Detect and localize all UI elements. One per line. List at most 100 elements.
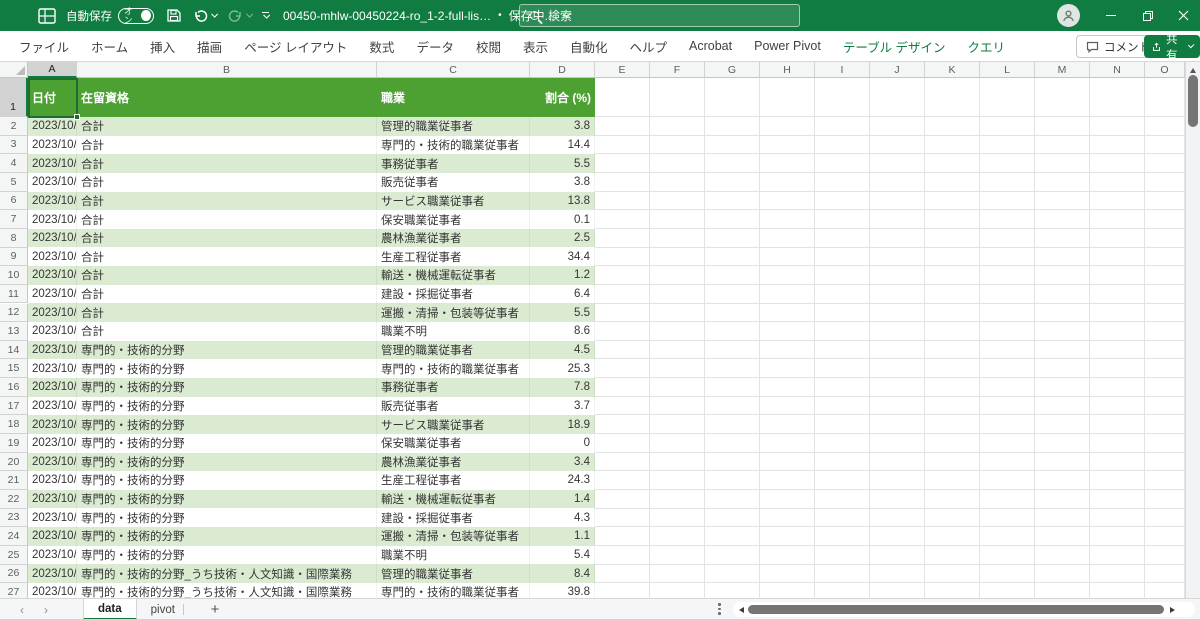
table-cell[interactable]: 専門的・技術的職業従事者 bbox=[377, 136, 530, 155]
table-cell[interactable]: 合計 bbox=[77, 229, 377, 248]
select-all-corner[interactable] bbox=[0, 62, 28, 78]
table-cell[interactable]: 合計 bbox=[77, 266, 377, 285]
table-cell[interactable]: 職業不明 bbox=[377, 322, 530, 341]
table-cell[interactable]: 2023/10/1 bbox=[28, 434, 77, 453]
table-cell[interactable]: 2023/10/1 bbox=[28, 564, 77, 583]
table-cell[interactable]: 0.1 bbox=[530, 210, 595, 229]
table-cell[interactable]: サービス職業従事者 bbox=[377, 415, 530, 434]
table-cell[interactable]: 24.3 bbox=[530, 471, 595, 490]
table-cell[interactable]: 34.4 bbox=[530, 247, 595, 266]
fill-handle[interactable] bbox=[74, 114, 80, 120]
table-row[interactable]: 2023/10/1合計保安職業従事者0.1 bbox=[28, 210, 595, 229]
table-cell[interactable]: 18.9 bbox=[530, 415, 595, 434]
row-header-1[interactable]: 1 bbox=[0, 78, 28, 117]
table-cell[interactable]: 生産工程従事者 bbox=[377, 471, 530, 490]
sheet-tab-pivot[interactable]: pivot bbox=[137, 599, 189, 619]
table-cell[interactable]: 専門的・技術的分野_うち技術・人文知識・国際業務 bbox=[77, 564, 377, 583]
table-cell[interactable]: 合計 bbox=[77, 303, 377, 322]
column-header-A[interactable]: A bbox=[28, 62, 77, 78]
table-cell[interactable]: 専門的・技術的職業従事者 bbox=[377, 583, 530, 598]
row-header-8[interactable]: 8 bbox=[0, 229, 28, 248]
table-cell[interactable]: 2023/10/1 bbox=[28, 378, 77, 397]
ribbon-tab-クエリ[interactable]: クエリ bbox=[957, 31, 1017, 62]
table-cell[interactable]: 25.3 bbox=[530, 359, 595, 378]
table-cell[interactable]: 管理的職業従事者 bbox=[377, 341, 530, 360]
table-row[interactable]: 2023/10/1合計建設・採掘従事者6.4 bbox=[28, 285, 595, 304]
table-cell[interactable]: 5.5 bbox=[530, 303, 595, 322]
table-row[interactable]: 2023/10/1専門的・技術的分野_うち技術・人文知識・国際業務専門的・技術的… bbox=[28, 583, 595, 598]
table-header-cell[interactable]: 在留資格 bbox=[77, 78, 377, 117]
table-cell[interactable]: 2023/10/1 bbox=[28, 397, 77, 416]
row-header-17[interactable]: 17 bbox=[0, 397, 28, 416]
table-cell[interactable]: 専門的・技術的分野 bbox=[77, 453, 377, 472]
table-cell[interactable]: 8.6 bbox=[530, 322, 595, 341]
table-cell[interactable]: 2023/10/1 bbox=[28, 173, 77, 192]
table-cell[interactable]: 0 bbox=[530, 434, 595, 453]
table-cell[interactable]: 3.8 bbox=[530, 117, 595, 136]
table-cell[interactable]: 合計 bbox=[77, 154, 377, 173]
table-cell[interactable]: 1.1 bbox=[530, 527, 595, 546]
table-cell[interactable]: 2023/10/1 bbox=[28, 285, 77, 304]
table-cell[interactable]: 生産工程従事者 bbox=[377, 247, 530, 266]
table-row[interactable]: 2023/10/1専門的・技術的分野運搬・清掃・包装等従事者1.1 bbox=[28, 527, 595, 546]
table-cell[interactable]: 輸送・機械運転従事者 bbox=[377, 490, 530, 509]
table-cell[interactable]: 建設・採掘従事者 bbox=[377, 285, 530, 304]
table-cell[interactable]: 2023/10/1 bbox=[28, 583, 77, 598]
table-row[interactable]: 2023/10/1専門的・技術的分野_うち技術・人文知識・国際業務管理的職業従事… bbox=[28, 564, 595, 583]
horizontal-scroll-thumb[interactable] bbox=[748, 605, 1164, 614]
table-cell[interactable]: 2023/10/1 bbox=[28, 229, 77, 248]
table-row[interactable]: 2023/10/1専門的・技術的分野専門的・技術的職業従事者25.3 bbox=[28, 359, 595, 378]
table-cell[interactable]: 職業不明 bbox=[377, 546, 530, 565]
table-row[interactable]: 2023/10/1専門的・技術的分野販売従事者3.7 bbox=[28, 397, 595, 416]
table-cell[interactable]: 輸送・機械運転従事者 bbox=[377, 266, 530, 285]
row-header-11[interactable]: 11 bbox=[0, 285, 28, 304]
table-cell[interactable]: 3.8 bbox=[530, 173, 595, 192]
share-dropdown-icon[interactable] bbox=[1189, 42, 1195, 48]
table-cell[interactable]: 専門的・技術的分野 bbox=[77, 490, 377, 509]
add-sheet-button[interactable]: + bbox=[203, 599, 227, 619]
table-cell[interactable]: 管理的職業従事者 bbox=[377, 117, 530, 136]
ribbon-tab-Acrobat[interactable]: Acrobat bbox=[678, 31, 743, 62]
column-header-O[interactable]: O bbox=[1145, 62, 1185, 78]
table-row[interactable]: 2023/10/1合計販売従事者3.8 bbox=[28, 173, 595, 192]
table-row[interactable]: 2023/10/1専門的・技術的分野事務従事者7.8 bbox=[28, 378, 595, 397]
column-header-L[interactable]: L bbox=[980, 62, 1035, 78]
row-header-13[interactable]: 13 bbox=[0, 322, 28, 341]
table-cell[interactable]: 2023/10/1 bbox=[28, 508, 77, 527]
table-cell[interactable]: 2023/10/1 bbox=[28, 341, 77, 360]
table-cell[interactable]: 2023/10/1 bbox=[28, 471, 77, 490]
table-cell[interactable]: 2023/10/1 bbox=[28, 247, 77, 266]
column-header-H[interactable]: H bbox=[760, 62, 815, 78]
next-sheet-button[interactable]: › bbox=[36, 599, 56, 619]
row-header-19[interactable]: 19 bbox=[0, 434, 28, 453]
table-cell[interactable]: 1.2 bbox=[530, 266, 595, 285]
ribbon-tab-テーブル デザイン[interactable]: テーブル デザイン bbox=[832, 31, 957, 62]
table-cell[interactable]: 13.8 bbox=[530, 192, 595, 211]
table-row[interactable]: 2023/10/1専門的・技術的分野保安職業従事者0 bbox=[28, 434, 595, 453]
undo-dropdown-icon[interactable] bbox=[211, 11, 217, 17]
table-cell[interactable]: 2023/10/1 bbox=[28, 303, 77, 322]
row-header-18[interactable]: 18 bbox=[0, 415, 28, 434]
table-cell[interactable]: 保安職業従事者 bbox=[377, 434, 530, 453]
table-cell[interactable]: 建設・採掘従事者 bbox=[377, 508, 530, 527]
column-header-K[interactable]: K bbox=[925, 62, 980, 78]
table-cell[interactable]: 合計 bbox=[77, 173, 377, 192]
table-cell[interactable]: 運搬・清掃・包装等従事者 bbox=[377, 527, 530, 546]
row-header-26[interactable]: 26 bbox=[0, 565, 28, 584]
table-cell[interactable]: 3.4 bbox=[530, 453, 595, 472]
row-header-12[interactable]: 12 bbox=[0, 304, 28, 323]
table-row[interactable]: 2023/10/1合計職業不明8.6 bbox=[28, 322, 595, 341]
scroll-up-icon[interactable] bbox=[1190, 68, 1196, 73]
row-header-20[interactable]: 20 bbox=[0, 453, 28, 472]
table-cell[interactable]: 合計 bbox=[77, 192, 377, 211]
ribbon-tab-ヘルプ[interactable]: ヘルプ bbox=[619, 31, 679, 62]
scroll-right-icon[interactable] bbox=[1170, 607, 1175, 613]
table-row[interactable]: 2023/10/1専門的・技術的分野輸送・機械運転従事者1.4 bbox=[28, 490, 595, 509]
table-row[interactable]: 2023/10/1合計サービス職業従事者13.8 bbox=[28, 192, 595, 211]
ribbon-tab-挿入[interactable]: 挿入 bbox=[139, 31, 186, 62]
autosave-toggle[interactable]: オン bbox=[118, 0, 154, 31]
column-header-D[interactable]: D bbox=[530, 62, 595, 78]
table-cell[interactable]: 2023/10/1 bbox=[28, 154, 77, 173]
search-input[interactable]: 検索 bbox=[519, 4, 800, 27]
share-button[interactable]: 共有 bbox=[1144, 35, 1200, 58]
